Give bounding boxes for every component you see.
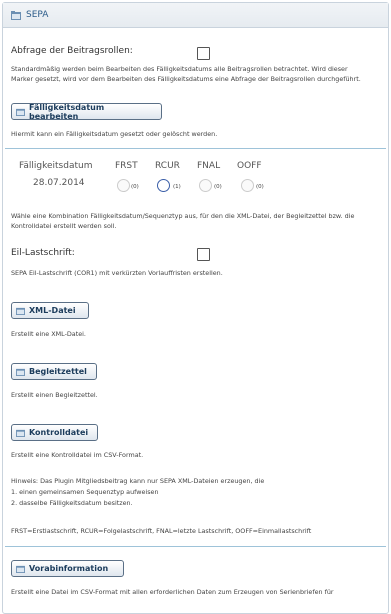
eil-label: Eil-Lastschrift: (11, 248, 75, 258)
faelligkeitsdatum-bearbeiten-button[interactable]: Fälligkeitsdatum bearbeiten (11, 102, 162, 121)
radio-frst[interactable] (117, 179, 130, 192)
hinweis-line2: 1. einen gemeinsamen Sequenztyp aufweise… (11, 488, 159, 496)
separator (5, 546, 386, 547)
date-column-header: Fälligkeitsdatum (19, 161, 93, 171)
folder-icon (16, 307, 25, 315)
faelligkeitsdatum-bearbeiten-label: Fälligkeitsdatum bearbeiten (29, 102, 105, 121)
folder-icon (16, 565, 25, 573)
sepa-panel: SEPA Abfrage der Beitragsrollen: Standar… (2, 2, 389, 614)
count-rcur: (1) (173, 184, 181, 190)
col-ooff-header: OOFF (237, 161, 262, 171)
hinweis-line1: Hinweis: Das Plugin Mitgliedsbeitrag kan… (11, 477, 265, 485)
xml-help: Erstellt eine XML-Datei. (11, 330, 86, 338)
abfrage-checkbox[interactable] (197, 47, 210, 60)
radio-ooff[interactable] (241, 179, 254, 192)
xml-datei-button[interactable]: XML-Datei (11, 302, 89, 319)
vorabinformation-button[interactable]: Vorabinformation (11, 560, 124, 577)
kontrolldatei-button[interactable]: Kontrolldatei (11, 424, 98, 441)
kontrolldatei-label: Kontrolldatei (29, 428, 89, 437)
xml-datei-label: XML-Datei (29, 306, 76, 315)
radio-rcur[interactable] (157, 179, 170, 192)
radio-fnal[interactable] (199, 179, 212, 192)
abfrage-help-line1: Standardmäßig werden beim Bearbeiten des… (11, 65, 348, 73)
date-value: 28.07.2014 (33, 178, 85, 188)
count-ooff: (0) (256, 184, 264, 190)
begleitzettel-label: Begleitzettel (29, 367, 87, 376)
count-frst: (0) (131, 184, 139, 190)
count-fnal: (0) (214, 184, 222, 190)
begleitzettel-button[interactable]: Begleitzettel (11, 363, 97, 380)
col-frst-header: FRST (115, 161, 138, 171)
folder-icon (11, 10, 21, 20)
panel-title: SEPA (26, 10, 49, 20)
vorab-help: Erstellt eine Datei im CSV-Format mit al… (11, 588, 334, 596)
folder-icon (16, 368, 25, 376)
col-fnal-header: FNAL (197, 161, 221, 171)
abfrage-label: Abfrage der Beitragsrollen: (11, 46, 133, 56)
separator (5, 148, 386, 149)
sequenz-help-line1: Wähle eine Kombination Fälligkeitsdatum/… (11, 212, 355, 220)
begleit-help: Erstellt einen Begleitzettel. (11, 391, 98, 399)
sequenz-help-line2: Kontrolldatei erstellt werden soll. (11, 222, 117, 230)
eil-checkbox[interactable] (197, 248, 210, 261)
hinweis-line3: 2. dasselbe Fälligkeitsdatum besitzen. (11, 499, 133, 507)
kontroll-help: Erstellt eine Kontrolldatei im CSV-Forma… (11, 451, 144, 459)
faelligkeit-help: Hiermit kann ein Fälligkeitsdatum gesetz… (11, 130, 218, 138)
eil-help: SEPA Eil-Lastschrift (COR1) mit verkürzt… (11, 269, 223, 277)
folder-icon (16, 429, 25, 437)
folder-icon (16, 108, 25, 116)
col-rcur-header: RCUR (155, 161, 180, 171)
abfrage-help-line2: Marker gesetzt, wird vor dem Bearbeiten … (11, 75, 361, 83)
panel-header: SEPA (3, 3, 388, 28)
vorabinformation-label: Vorabinformation (29, 564, 109, 573)
sequenz-legend: FRST=Erstlastschrift, RCUR=Folgelastschr… (11, 527, 312, 535)
